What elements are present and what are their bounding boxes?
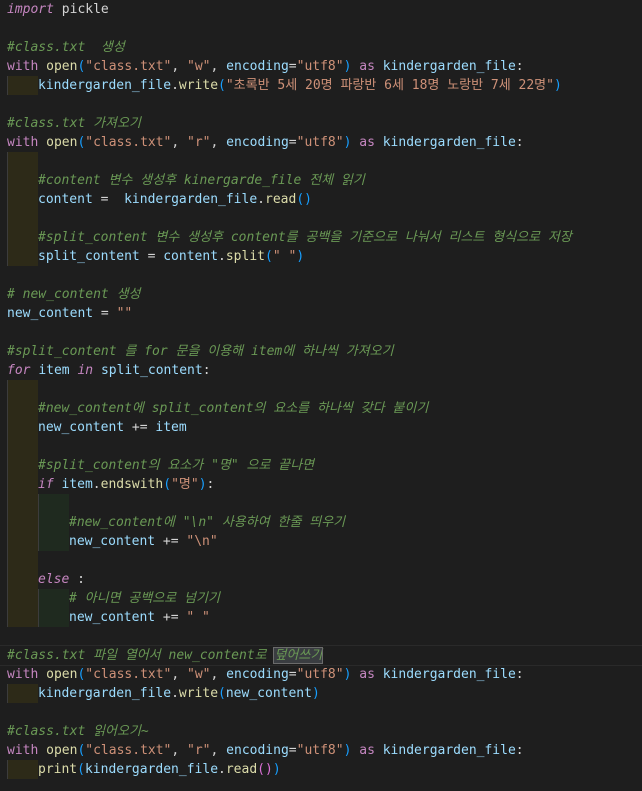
code-line-3[interactable]: #class.txt 생성 xyxy=(7,38,125,57)
code-line-39[interactable]: #class.txt 읽어오기~ xyxy=(7,722,149,741)
indent-guide xyxy=(7,418,38,437)
indent-guide xyxy=(38,532,69,551)
code-line-1[interactable]: import pickle xyxy=(7,0,109,19)
code-line-5[interactable]: kindergarden_file.write("초록반 5세 20명 파랑반 … xyxy=(7,76,562,95)
code-line-22[interactable]: #new_content에 split_content의 요소를 하나씩 갖다 … xyxy=(7,399,428,418)
code-line-21[interactable] xyxy=(7,380,38,399)
indent-guide xyxy=(7,684,38,703)
indent-guide xyxy=(7,760,38,779)
code-line-29[interactable]: new_content += "\n" xyxy=(7,532,218,551)
code-line-35[interactable]: #class.txt 파일 열어서 new_content로 덮어쓰기 xyxy=(7,646,324,665)
function-print: print xyxy=(38,762,78,777)
indent-guide xyxy=(7,76,38,95)
code-line-26[interactable]: if item.endswith("명"): xyxy=(7,475,214,494)
code-line-33[interactable]: new_content += " " xyxy=(7,608,210,627)
code-line-8[interactable]: with open("class.txt", "r", encoding="ut… xyxy=(7,133,524,152)
code-line-31[interactable]: else : xyxy=(7,570,85,589)
indent-guide xyxy=(38,589,69,608)
code-line-23[interactable]: new_content += item xyxy=(7,418,187,437)
indent-guide xyxy=(7,437,38,456)
code-line-28[interactable]: #new_content에 "\n" 사용하여 한줄 띄우기 xyxy=(7,513,345,532)
code-line-41[interactable]: print(kindergarden_file.read()) xyxy=(7,760,281,779)
comment: #class.txt 가져오기 xyxy=(7,116,141,131)
indent-guide xyxy=(7,380,38,399)
indent-guide xyxy=(38,494,69,513)
keyword-with: with xyxy=(7,59,39,74)
function-open: open xyxy=(46,59,78,74)
code-line-40[interactable]: with open("class.txt", "r", encoding="ut… xyxy=(7,741,524,760)
indent-guide xyxy=(7,589,38,608)
code-line-24[interactable] xyxy=(7,437,38,456)
code-line-12[interactable] xyxy=(7,209,38,228)
code-line-17[interactable]: new_content = "" xyxy=(7,304,132,323)
code-editor[interactable]: import pickle #class.txt 생성 with open("c… xyxy=(0,0,642,791)
code-line-11[interactable]: content = kindergarden_file.read() xyxy=(7,190,312,209)
indent-guide xyxy=(38,513,69,532)
keyword-import: import xyxy=(7,2,54,17)
indent-guide xyxy=(7,247,38,266)
selected-text: 덮어쓰기 xyxy=(273,647,324,664)
indent-guide xyxy=(7,513,38,532)
string-literal: "초록반 5세 20명 파랑반 6세 18명 노랑반 7세 22명" xyxy=(225,78,554,93)
code-line-10[interactable]: #content 변수 생성후 kinergarde_file 전체 읽기 xyxy=(7,171,365,190)
code-line-27[interactable] xyxy=(7,494,69,513)
comment: #class.txt 생성 xyxy=(7,40,125,55)
indent-guide xyxy=(7,152,38,171)
code-line-16[interactable]: # new_content 생성 xyxy=(7,285,141,304)
indent-guide xyxy=(7,570,38,589)
code-line-37[interactable]: kindergarden_file.write(new_content) xyxy=(7,684,320,703)
code-line-19[interactable]: #split_content 를 for 문을 이용해 item에 하나씩 가져… xyxy=(7,342,394,361)
keyword-if: if xyxy=(38,477,54,492)
indent-guide xyxy=(7,228,38,247)
keyword-for: for xyxy=(7,363,31,378)
code-line-4[interactable]: with open("class.txt", "w", encoding="ut… xyxy=(7,57,524,76)
code-line-13[interactable]: #split_content 변수 생성후 content를 공백을 기준으로 … xyxy=(7,228,572,247)
indent-guide xyxy=(7,532,38,551)
indent-guide xyxy=(7,494,38,513)
code-line-25[interactable]: #split_content의 요소가 "명" 으로 끝나면 xyxy=(7,456,314,475)
code-line-20[interactable]: for item in split_content: xyxy=(7,361,211,380)
indent-guide xyxy=(7,608,38,627)
module-name: pickle xyxy=(53,2,109,17)
indent-guide xyxy=(7,399,38,418)
indent-guide xyxy=(7,209,38,228)
indent-guide xyxy=(7,190,38,209)
code-line-30[interactable] xyxy=(7,551,38,570)
code-line-36[interactable]: with open("class.txt", "w", encoding="ut… xyxy=(7,665,524,684)
code-line-9[interactable] xyxy=(7,152,38,171)
code-line-7[interactable]: #class.txt 가져오기 xyxy=(7,114,141,133)
indent-guide xyxy=(7,551,38,570)
code-line-32[interactable]: # 아니면 공백으로 넘기기 xyxy=(7,589,220,608)
indent-guide xyxy=(7,456,38,475)
indent-guide xyxy=(7,171,38,190)
code-line-14[interactable]: split_content = content.split(" ") xyxy=(7,247,304,266)
keyword-else: else xyxy=(38,572,70,587)
indent-guide xyxy=(38,608,69,627)
indent-guide xyxy=(7,475,38,494)
